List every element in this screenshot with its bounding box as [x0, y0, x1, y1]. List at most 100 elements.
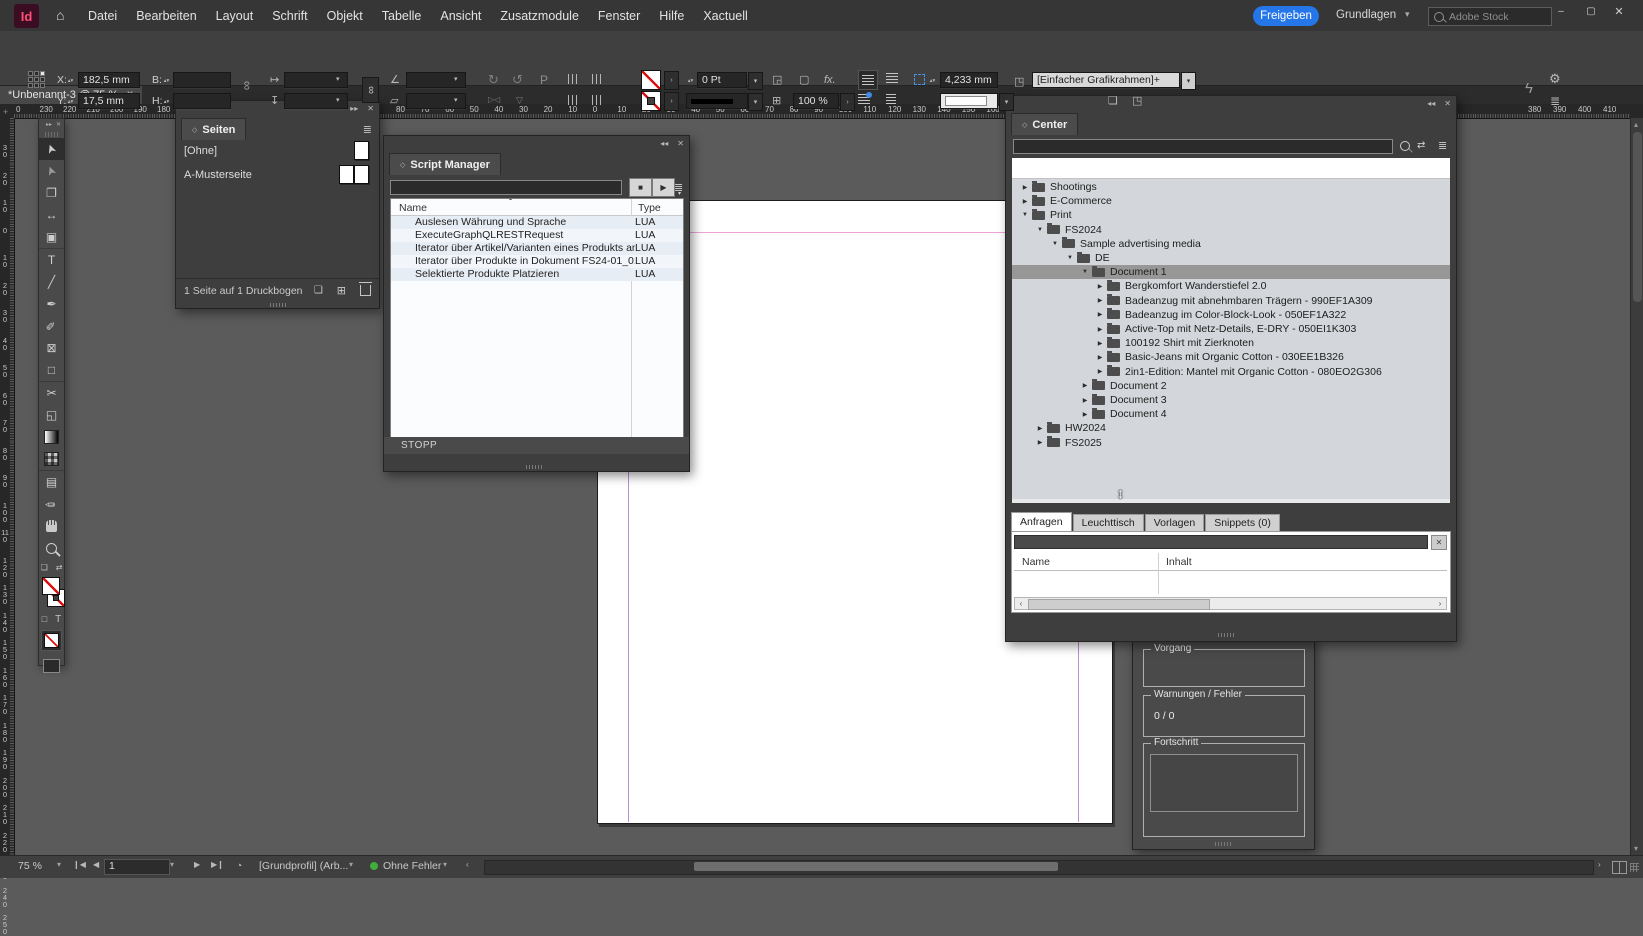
- pages-item[interactable]: [Ohne]: [176, 139, 379, 163]
- tree-collapsed-icon[interactable]: ▶: [1020, 198, 1030, 205]
- resize-grip[interactable]: [526, 465, 542, 469]
- toolbox-fill-swatch[interactable]: [42, 577, 60, 595]
- width-field[interactable]: [173, 72, 231, 88]
- width-stepper[interactable]: ▴▾: [162, 72, 171, 89]
- swatch-dropdown[interactable]: [940, 93, 998, 109]
- chevron-down-icon[interactable]: ▾: [454, 76, 458, 83]
- object-style-arrow[interactable]: ▾: [1181, 72, 1196, 90]
- preflight-icon[interactable]: ◔: [236, 860, 242, 872]
- constrain-dimensions-icon[interactable]: ∞: [240, 81, 255, 90]
- maximize-button[interactable]: ▢: [1584, 5, 1598, 17]
- flip-horizontal-icon[interactable]: ▷◁: [488, 96, 500, 104]
- fill-swatch[interactable]: [641, 70, 661, 90]
- scroll-up-icon[interactable]: ▴: [1634, 120, 1638, 129]
- menu-ansicht[interactable]: Ansicht: [440, 9, 481, 23]
- tree-collapsed-icon[interactable]: ▶: [1020, 184, 1030, 191]
- line-tool[interactable]: ╱: [39, 271, 64, 293]
- stroke-style-arrow[interactable]: ▾: [748, 93, 763, 111]
- spread-view-icon[interactable]: [1612, 861, 1627, 874]
- page-tool[interactable]: ❐: [39, 182, 64, 204]
- page-dropdown-icon[interactable]: ▾: [170, 860, 174, 869]
- vertical-scroll-thumb[interactable]: [1633, 132, 1642, 302]
- effects-icon[interactable]: fx.: [824, 75, 836, 86]
- center-panel-header[interactable]: ◂◂ ✕: [1006, 96, 1456, 113]
- first-page-button[interactable]: ❙◀: [73, 860, 86, 869]
- scroll-left-icon[interactable]: ‹: [466, 860, 469, 869]
- menu-datei[interactable]: Datei: [88, 9, 117, 23]
- align-icon[interactable]: [592, 74, 602, 84]
- menu-objekt[interactable]: Objekt: [327, 9, 363, 23]
- fill-flyout-button[interactable]: ›: [664, 71, 679, 90]
- collapse-panel-icon[interactable]: ▸▸: [350, 104, 358, 113]
- tree-item[interactable]: ▶ Document 3: [1012, 393, 1450, 407]
- tree-collapsed-icon[interactable]: ▶: [1095, 368, 1105, 375]
- column-divider[interactable]: [1158, 553, 1159, 594]
- chevron-down-icon[interactable]: ▾: [454, 97, 458, 104]
- eyedropper-tool[interactable]: ✐: [39, 493, 64, 515]
- swap-swatches-icon[interactable]: ⇄: [56, 563, 63, 572]
- reference-point-proxy[interactable]: [28, 71, 45, 88]
- vertical-scrollbar[interactable]: ▴ ▾: [1630, 118, 1643, 855]
- tree-collapsed-icon[interactable]: ▶: [1095, 326, 1105, 333]
- tree-item[interactable]: ▶ Document 4: [1012, 407, 1450, 421]
- last-page-button[interactable]: ▶❙: [211, 860, 224, 869]
- scroll-left-icon[interactable]: ‹: [1015, 598, 1027, 609]
- tree-expanded-icon[interactable]: ▼: [1080, 269, 1090, 275]
- menu-tabelle[interactable]: Tabelle: [382, 9, 422, 23]
- stroke-style-dropdown[interactable]: [686, 93, 748, 109]
- rotate-ccw-icon[interactable]: ↺: [512, 73, 523, 86]
- wrap-options-icon[interactable]: [886, 94, 896, 104]
- script-table-header[interactable]: Name Type ▴: [391, 196, 683, 216]
- gap-tool[interactable]: ↔: [39, 204, 64, 226]
- tab-vorlagen[interactable]: Vorlagen: [1144, 514, 1205, 531]
- collapse-panel-icon[interactable]: ▸▸: [46, 121, 52, 131]
- menu-schrift[interactable]: Schrift: [272, 9, 307, 23]
- horizontal-scroll-thumb[interactable]: [694, 862, 1058, 871]
- resize-corner-grip[interactable]: [1630, 863, 1639, 872]
- tree-expanded-icon[interactable]: ▼: [1020, 212, 1030, 218]
- tree-item[interactable]: ▼ Document 1: [1012, 265, 1450, 280]
- height-field[interactable]: [173, 93, 231, 109]
- error-dropdown-icon[interactable]: ▾: [443, 860, 447, 869]
- tree-item[interactable]: ▼ Sample advertising media: [1012, 237, 1450, 251]
- flip-vertical-icon[interactable]: ▽: [516, 96, 523, 105]
- center-menu-icon[interactable]: ≣: [1438, 141, 1447, 152]
- x-stepper[interactable]: ▴▾: [66, 72, 75, 89]
- rectangle-tool[interactable]: □: [39, 359, 64, 381]
- apply-none-button[interactable]: [41, 630, 62, 651]
- tab-leuchttisch[interactable]: Leuchttisch: [1072, 514, 1144, 531]
- search-button[interactable]: [1397, 138, 1413, 154]
- vertical-ruler[interactable]: 30 20 10 0 10 20 30 40 50 60 70 80 90 100 110 120 130 140…: [0, 118, 15, 935]
- text-wrap-icon[interactable]: [886, 73, 898, 83]
- screen-mode-button[interactable]: [43, 659, 60, 673]
- wrap-around-icon[interactable]: [858, 92, 872, 104]
- panel-menu-icon[interactable]: ≣: [363, 123, 372, 136]
- tab-snippets-0-[interactable]: Snippets (0): [1205, 514, 1280, 531]
- tree-collapsed-icon[interactable]: ▶: [1095, 283, 1105, 290]
- menu-xactuell[interactable]: Xactuell: [703, 9, 747, 23]
- script-row[interactable]: ExecuteGraphQLRESTRequest LUA: [391, 229, 683, 242]
- profile-dropdown-icon[interactable]: ▾: [349, 860, 353, 869]
- tree-item[interactable]: ▶ Badeanzug mit abnehmbaren Trägern - 990…: [1012, 294, 1450, 308]
- type-tool[interactable]: T: [39, 248, 64, 271]
- menu-fenster[interactable]: Fenster: [598, 9, 640, 23]
- column-name[interactable]: Name: [1022, 556, 1050, 568]
- resize-grip[interactable]: [1218, 633, 1234, 637]
- adobe-stock-search[interactable]: Adobe Stock: [1428, 7, 1552, 26]
- tree-item[interactable]: ▶ HW2024: [1012, 421, 1450, 435]
- tree-item[interactable]: ▶ Document 2: [1012, 379, 1450, 393]
- zoom-dropdown-icon[interactable]: ▾: [57, 860, 61, 869]
- note-tool[interactable]: ▤: [39, 470, 64, 493]
- default-swatches-icon[interactable]: ❏: [41, 563, 48, 572]
- close-panel-icon[interactable]: ✕: [56, 121, 61, 131]
- prev-page-button[interactable]: ◀: [93, 860, 99, 869]
- tree-item[interactable]: ▶ 100192 Shirt mit Zierknoten: [1012, 336, 1450, 350]
- break-link-style-icon[interactable]: ◳: [1132, 96, 1142, 107]
- close-window-button[interactable]: ✕: [1612, 5, 1626, 18]
- pages-item[interactable]: A-Musterseite: [176, 163, 379, 187]
- tree-collapsed-icon[interactable]: ▶: [1095, 354, 1105, 361]
- scissors-tool[interactable]: ✂: [39, 381, 64, 404]
- text-formatting-icon[interactable]: T: [55, 614, 61, 625]
- script-search-input[interactable]: [390, 180, 622, 195]
- stroke-weight-field[interactable]: 0 Pt: [697, 72, 747, 88]
